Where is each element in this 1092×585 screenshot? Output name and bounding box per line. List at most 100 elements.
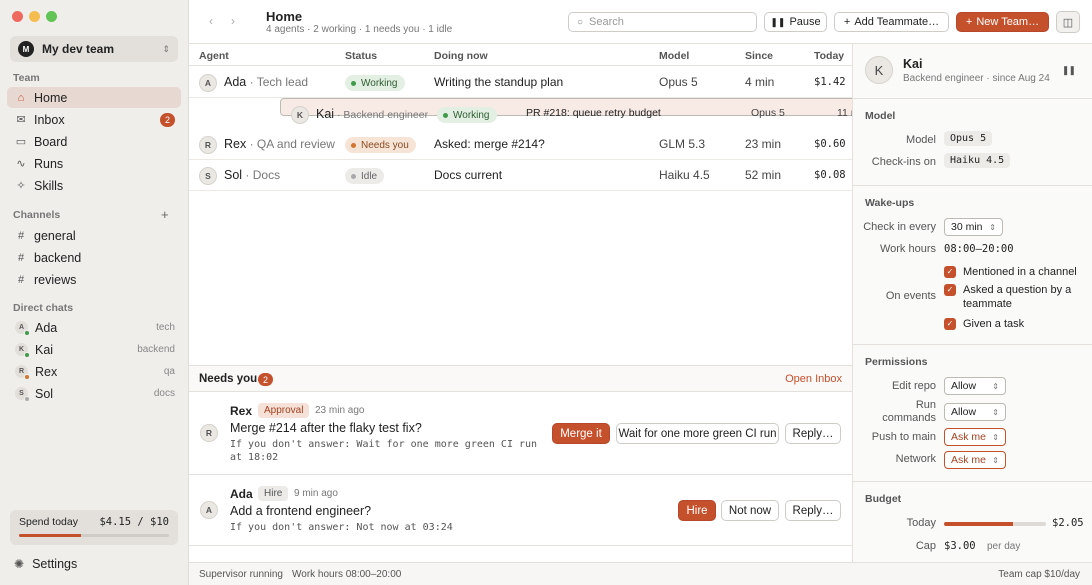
nav-board[interactable]: ▭ Board xyxy=(7,131,181,152)
team-name: My dev team xyxy=(42,42,115,56)
agent-name: Kai xyxy=(903,57,923,71)
model-label: Model xyxy=(906,134,936,146)
team-switcher[interactable]: M My dev team ⇕ xyxy=(10,36,178,62)
run-commands-select[interactable]: Allow ⇕ xyxy=(944,403,1006,421)
avatar: R xyxy=(200,424,218,442)
search-input[interactable]: ○ Search xyxy=(568,12,757,32)
push-main-select[interactable]: Ask me ⇕ xyxy=(944,428,1006,446)
home-icon: ⌂ xyxy=(17,91,25,104)
channel-backend[interactable]: # backend xyxy=(7,247,181,268)
agent-cell: Ada · Tech lead xyxy=(224,75,308,89)
open-inbox-link[interactable]: Open Inbox xyxy=(785,373,842,385)
agent-role: · QA and review xyxy=(249,137,335,151)
events-label: On events xyxy=(885,290,936,302)
hire-button[interactable]: Hire xyxy=(678,500,716,521)
hash-icon: # xyxy=(17,273,25,286)
dm-kai[interactable]: K Kai backend xyxy=(7,339,181,360)
nav-inbox[interactable]: ✉ Inbox 2 xyxy=(7,109,181,130)
table-row[interactable]: A Ada · Tech lead Working Writing the stand… xyxy=(189,67,852,98)
search-placeholder: Search xyxy=(589,16,624,28)
channel-general[interactable]: # general xyxy=(7,225,181,246)
nav-skills[interactable]: ✧ Skills xyxy=(7,175,181,196)
dm-tag: backend xyxy=(137,344,175,355)
col-doing: Doing now xyxy=(434,50,488,62)
check-every-label: Check in every xyxy=(863,221,936,233)
wait-ci-button[interactable]: Wait for one more green CI run xyxy=(616,423,779,444)
pause-icon[interactable]: ❚❚ xyxy=(1062,65,1076,76)
agent-role: · Docs xyxy=(245,168,281,182)
cap-unit: per day xyxy=(987,541,1021,552)
reply-button[interactable]: Reply… xyxy=(785,423,841,444)
section-title: Model xyxy=(865,110,896,122)
agent-cell: Sol · Docs xyxy=(224,168,280,182)
table-row[interactable]: R Rex · QA and review Needs you Asked: merg… xyxy=(189,129,852,160)
nav-runs[interactable]: ∿ Runs xyxy=(7,153,181,174)
avatar: A xyxy=(15,321,30,336)
spend-value: $4.15 / $10 xyxy=(99,516,169,528)
model: GLM 5.3 xyxy=(659,137,706,151)
team-cap-status: Team cap $10/day xyxy=(998,569,1080,580)
network-select[interactable]: Ask me ⇕ xyxy=(944,451,1006,469)
status-badge: Idle xyxy=(345,168,385,184)
close-window-button[interactable] xyxy=(12,11,23,22)
avatar: S xyxy=(15,387,30,402)
agent-cell: Rex · QA and review xyxy=(224,137,335,151)
edit-repo-select[interactable]: Allow ⇕ xyxy=(944,377,1006,395)
event-task-checkbox[interactable]: ✓ Given a task xyxy=(944,317,1084,331)
checkins-value: Haiku 4.5 xyxy=(944,153,1011,168)
agent-name: Sol xyxy=(224,168,243,182)
sidebar-right-icon: ◫ xyxy=(1062,16,1074,29)
cap-label: Cap xyxy=(915,540,936,552)
model: Opus 5 xyxy=(751,107,785,119)
checkmark-icon: ✓ xyxy=(944,266,956,278)
not-now-button[interactable]: Not now xyxy=(721,500,779,521)
add-channel-button[interactable]: + xyxy=(161,207,169,222)
event-mentioned-checkbox[interactable]: ✓ Mentioned in a channel xyxy=(944,265,1084,279)
event-asked-checkbox[interactable]: ✓ Asked a question by a teammate xyxy=(944,283,1084,311)
needs-you-title: Needs you xyxy=(199,373,258,385)
toggle-panel-button[interactable]: ◫ xyxy=(1056,11,1080,33)
check-every-select[interactable]: 30 min ⇕ xyxy=(944,218,1003,236)
doing-now: Asked: merge #214? xyxy=(434,137,545,151)
since: 52 min xyxy=(745,168,782,182)
work-hours-value: 08:00–20:00 xyxy=(944,243,1014,255)
zoom-window-button[interactable] xyxy=(46,11,57,22)
nav-label: Skills xyxy=(34,178,64,193)
add-teammate-button[interactable]: + Add Teammate… xyxy=(834,12,949,32)
avatar: R xyxy=(199,136,217,154)
col-today: Today xyxy=(814,50,845,62)
dm-section-label: Direct chats xyxy=(13,302,74,314)
permissions-section: Permissions Edit repo Allow ⇕ Run command… xyxy=(853,345,1092,482)
forward-arrow-icon[interactable]: › xyxy=(231,14,235,28)
table-row[interactable]: K Kai · Backend engineer Working PR #218: q… xyxy=(280,98,943,124)
minimize-window-button[interactable] xyxy=(29,11,40,22)
agent-name: Ada xyxy=(224,75,247,89)
cap-value: $3.00 xyxy=(944,540,976,552)
channel-reviews[interactable]: # reviews xyxy=(7,269,181,290)
reply-button[interactable]: Reply… xyxy=(785,500,841,521)
gear-icon: ✺ xyxy=(14,557,25,571)
status-dot xyxy=(351,80,356,86)
dm-tag: qa xyxy=(163,366,175,377)
dm-name: Ada xyxy=(35,320,58,335)
dm-rex[interactable]: R Rex qa xyxy=(7,361,181,382)
nav-label: Inbox xyxy=(34,112,65,127)
dm-ada[interactable]: A Ada tech xyxy=(7,317,181,338)
settings-button[interactable]: ✺ Settings xyxy=(14,557,77,571)
search-icon: ○ xyxy=(577,16,584,28)
merge-it-button[interactable]: Merge it xyxy=(552,423,610,444)
chevron-updown-icon: ⇕ xyxy=(992,381,999,391)
request-time: 23 min ago xyxy=(315,405,365,416)
avatar: S xyxy=(199,167,217,185)
inbox-badge: 2 xyxy=(160,112,175,127)
dm-sol[interactable]: S Sol docs xyxy=(7,383,181,404)
new-team-button[interactable]: + New Team… xyxy=(956,12,1049,32)
pause-button[interactable]: ❚❚ Pause xyxy=(764,12,827,32)
nav-home[interactable]: ⌂ Home xyxy=(7,87,181,108)
checkmark-icon: ✓ xyxy=(944,284,956,296)
section-title: Budget xyxy=(865,493,902,505)
back-arrow-icon[interactable]: ‹ xyxy=(209,14,213,28)
since: 4 min xyxy=(745,75,775,89)
table-row[interactable]: S Sol · Docs Idle Docs current Haiku 4.5 52 m… xyxy=(189,160,852,191)
history-nav: ‹ › xyxy=(209,14,235,28)
